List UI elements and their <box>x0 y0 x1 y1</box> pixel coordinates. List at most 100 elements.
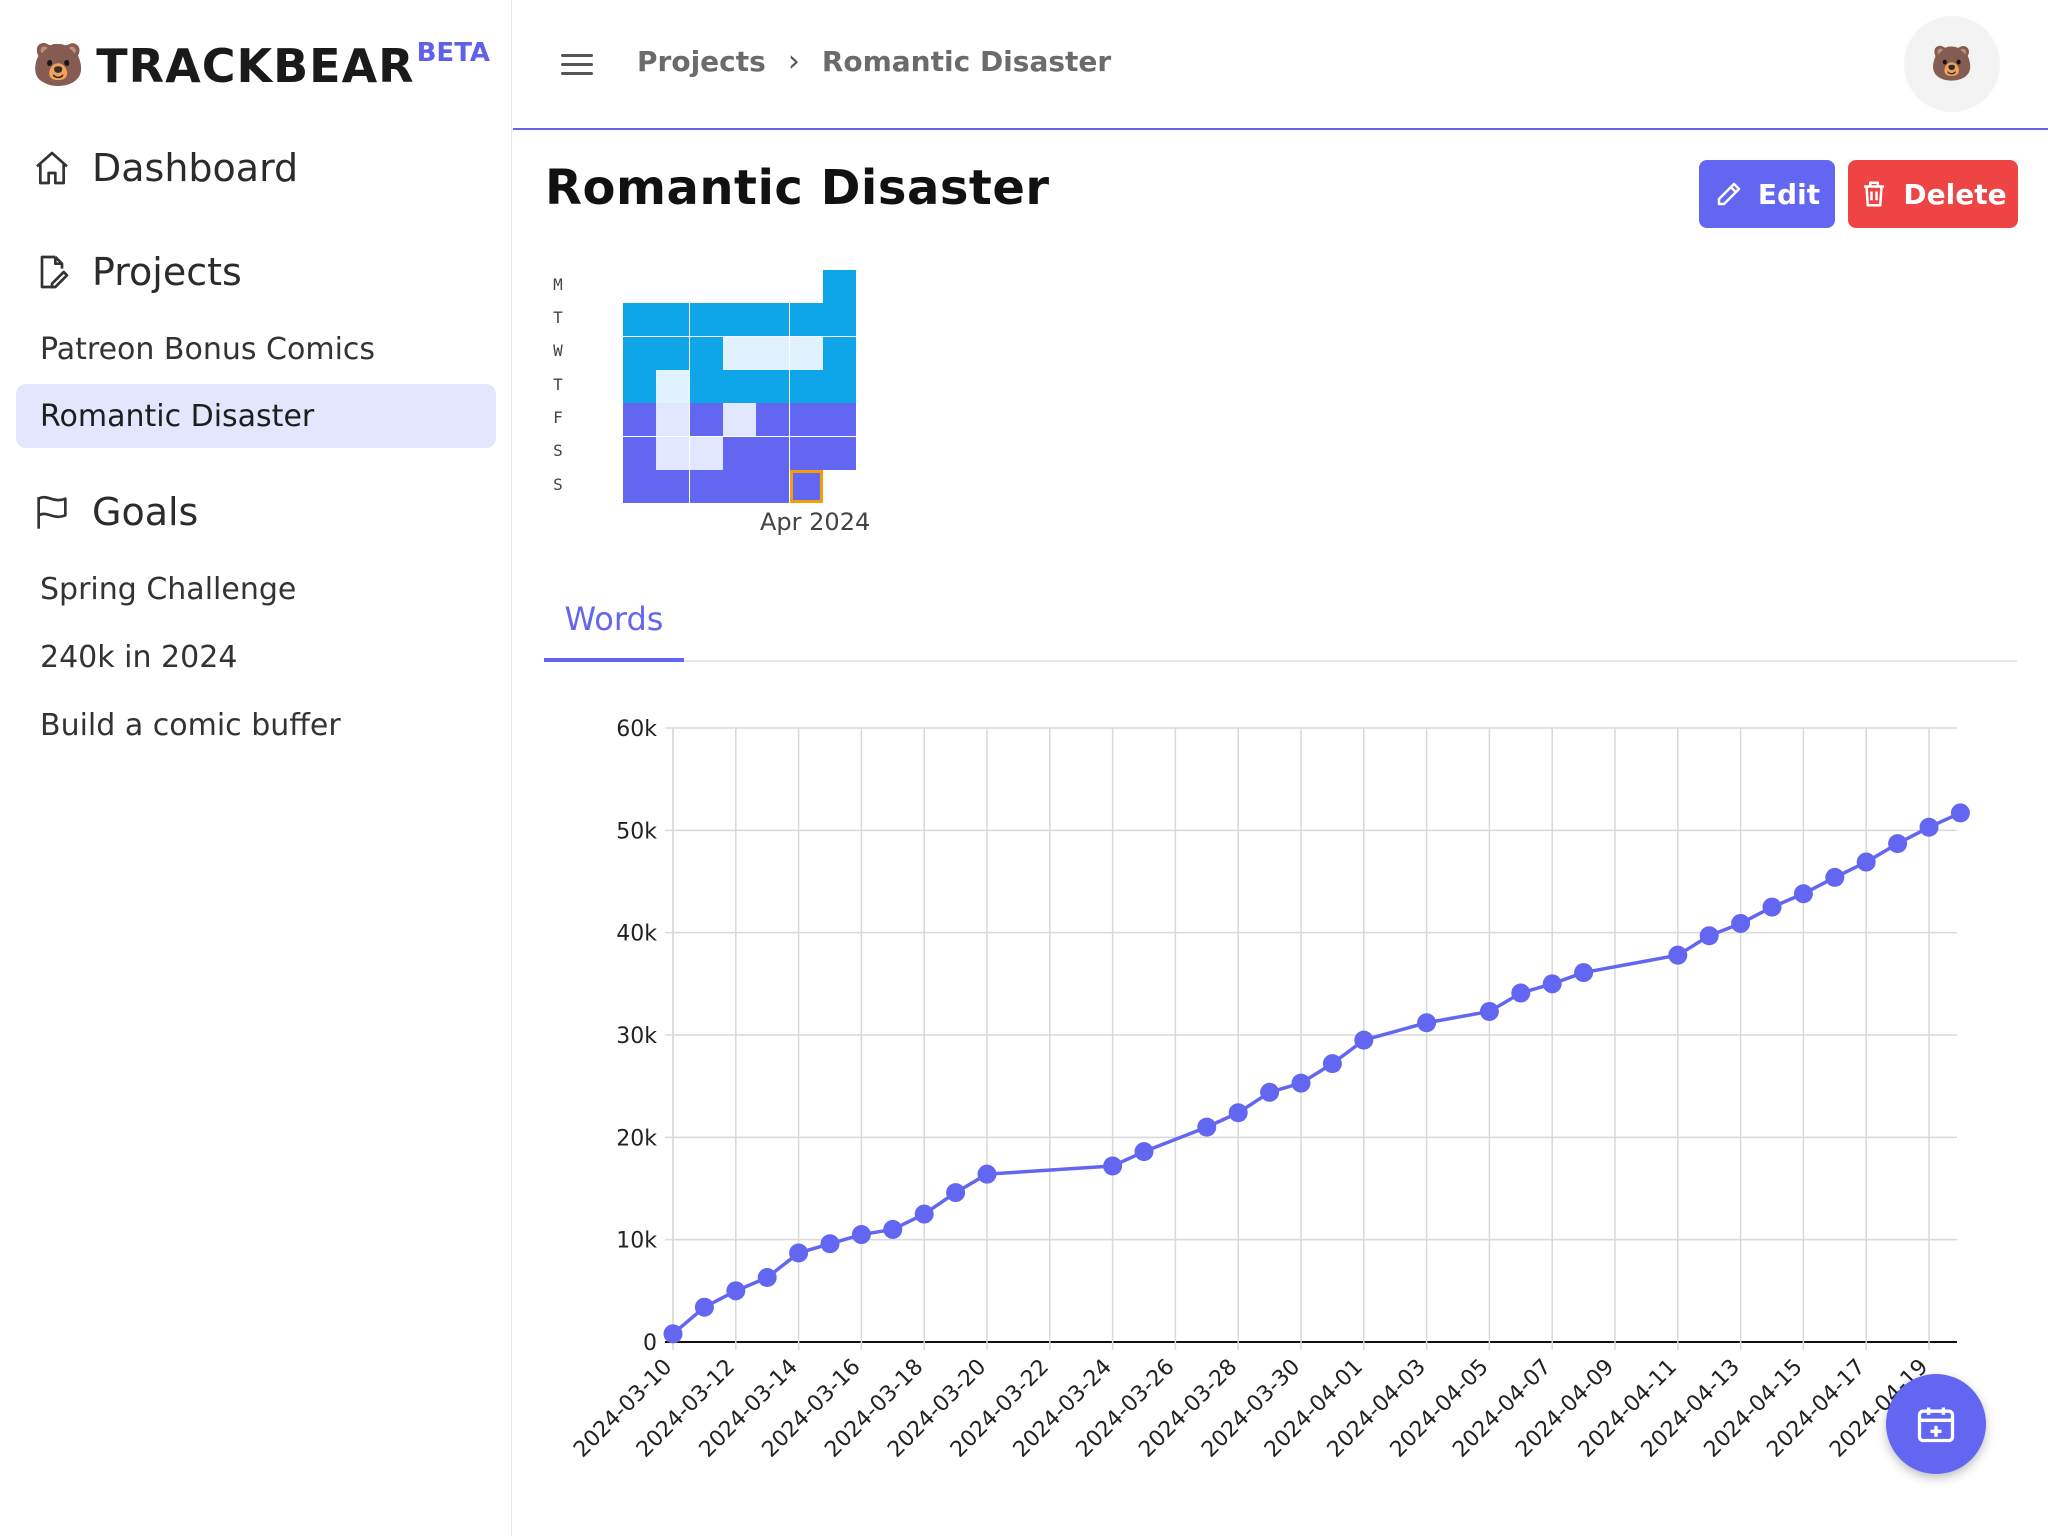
heatmap-cell[interactable] <box>689 469 723 503</box>
heatmap-cell[interactable] <box>756 303 790 337</box>
delete-button[interactable]: Delete <box>1848 160 2018 228</box>
sidebar-item-build-a-comic-buffer[interactable]: Build a comic buffer <box>16 693 496 757</box>
day-label: T <box>553 308 563 327</box>
heatmap-cell[interactable] <box>789 403 823 437</box>
data-point <box>977 1164 997 1184</box>
data-point <box>883 1219 903 1239</box>
data-point <box>1322 1054 1342 1074</box>
heatmap-cell[interactable] <box>656 469 690 503</box>
day-label: T <box>553 375 563 394</box>
heatmap-cell[interactable] <box>822 270 856 303</box>
heatmap-cell[interactable] <box>756 469 790 503</box>
brand[interactable]: 🐻 TRACKBEAR BETA <box>32 38 490 94</box>
nav-dashboard[interactable]: Dashboard <box>32 146 298 190</box>
heatmap-cell[interactable] <box>756 369 790 403</box>
day-label: S <box>553 475 563 494</box>
heatmap-cell[interactable] <box>822 336 856 370</box>
home-icon <box>36 151 68 185</box>
sidebar-item-romantic-disaster[interactable]: Romantic Disaster <box>16 384 496 448</box>
heatmap-cell[interactable] <box>656 303 690 337</box>
heatmap-cell[interactable] <box>789 369 823 403</box>
tab-words[interactable]: Words <box>544 580 684 662</box>
data-point <box>1479 1001 1499 1021</box>
heatmap-cell[interactable] <box>656 436 690 470</box>
avatar[interactable]: 🐻 <box>1904 16 2000 112</box>
heatmap-cell[interactable] <box>789 303 823 337</box>
add-tally-button[interactable] <box>1886 1374 1986 1474</box>
heatmap-cell[interactable] <box>756 336 790 370</box>
heatmap-cell[interactable] <box>689 336 723 370</box>
nav-dashboard-label: Dashboard <box>92 146 299 190</box>
data-point <box>789 1243 809 1263</box>
sidebar: 🐻 TRACKBEAR BETA Dashboard Projects Patr… <box>0 0 512 1536</box>
heatmap-cell[interactable] <box>623 469 656 503</box>
series-line-words <box>671 811 1962 1336</box>
day-label: W <box>553 341 563 360</box>
delete-button-label: Delete <box>1903 177 2007 211</box>
heatmap-cell[interactable] <box>623 403 656 437</box>
data-point <box>757 1268 777 1288</box>
hamburger-menu-icon[interactable] <box>557 48 597 82</box>
data-point <box>1888 834 1908 854</box>
sidebar-item-label: Spring Challenge <box>40 571 297 607</box>
data-point <box>1197 1117 1217 1137</box>
data-point <box>1950 803 1970 823</box>
heatmap-cell[interactable] <box>656 369 690 403</box>
sidebar-item-label: Build a comic buffer <box>40 707 341 743</box>
heatmap-cell[interactable] <box>722 469 756 503</box>
nav-goals[interactable]: Goals <box>32 490 198 534</box>
data-point <box>1825 867 1845 887</box>
heatmap-cell[interactable] <box>822 369 856 403</box>
data-point <box>851 1225 871 1245</box>
heatmap-cell[interactable] <box>623 369 656 403</box>
heatmap-cell[interactable] <box>623 336 656 370</box>
data-point <box>1762 897 1782 917</box>
heatmap-cell[interactable] <box>822 403 856 437</box>
heatmap-cell[interactable] <box>722 303 756 337</box>
top-header: Projects › Romantic Disaster 🐻 <box>513 0 2048 130</box>
data-point <box>914 1204 934 1224</box>
heatmap-cell[interactable] <box>722 403 756 437</box>
breadcrumb-projects-link[interactable]: Projects <box>637 45 766 78</box>
data-point <box>1354 1030 1374 1050</box>
data-point <box>1542 974 1562 994</box>
breadcrumb-current: Romantic Disaster <box>821 45 1112 78</box>
heatmap-cell[interactable] <box>656 403 690 437</box>
heatmap-cell[interactable] <box>689 436 723 470</box>
heatmap-cell[interactable] <box>722 369 756 403</box>
data-point <box>663 1324 683 1344</box>
data-point <box>1699 926 1719 946</box>
heatmap-cell[interactable] <box>756 436 790 470</box>
heatmap-cell[interactable] <box>689 369 723 403</box>
tabs: Words <box>544 580 2017 662</box>
bear-logo-icon: 🐻 <box>32 40 85 89</box>
heatmap-cell[interactable] <box>623 303 656 337</box>
data-point <box>1103 1156 1123 1176</box>
heatmap-cell[interactable] <box>722 336 756 370</box>
calendar-plus-icon <box>1917 1407 1955 1443</box>
data-point <box>1856 852 1876 872</box>
heatmap-cell[interactable] <box>623 436 656 470</box>
heatmap-cell[interactable] <box>822 436 856 470</box>
nav-projects-label: Projects <box>92 250 242 294</box>
sidebar-item-patreon-bonus-comics[interactable]: Patreon Bonus Comics <box>16 317 496 381</box>
heatmap-cell[interactable] <box>789 336 823 370</box>
heatmap-cell[interactable] <box>689 403 723 437</box>
heatmap-cell[interactable] <box>656 336 690 370</box>
heatmap-cell[interactable] <box>756 403 790 437</box>
brand-name: TRACKBEAR <box>96 39 415 93</box>
heatmap-cell[interactable] <box>689 303 723 337</box>
sidebar-item-240k-in-2024[interactable]: 240k in 2024 <box>16 625 496 689</box>
page-title: Romantic Disaster <box>545 160 1050 216</box>
chevron-right-icon: › <box>787 44 800 79</box>
data-point <box>1417 1013 1437 1033</box>
sidebar-item-spring-challenge[interactable]: Spring Challenge <box>16 557 496 621</box>
data-point <box>946 1183 966 1203</box>
heatmap-cell[interactable] <box>789 436 823 470</box>
heatmap-cell[interactable] <box>822 303 856 337</box>
heatmap-cell[interactable] <box>722 436 756 470</box>
edit-button[interactable]: Edit <box>1699 160 1835 228</box>
edit-button-label: Edit <box>1757 177 1821 211</box>
heatmap-cell-today[interactable] <box>789 469 823 503</box>
nav-projects[interactable]: Projects <box>32 250 242 294</box>
